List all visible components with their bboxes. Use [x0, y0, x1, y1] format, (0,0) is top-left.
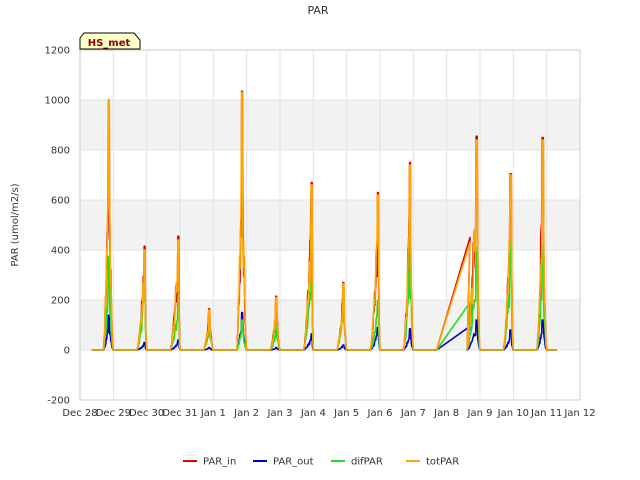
- x-tick-label: Dec 29: [96, 408, 131, 419]
- y-tick-label: 400: [51, 246, 70, 257]
- y-tick-label: 600: [51, 196, 70, 207]
- legend-label: totPAR: [426, 457, 459, 468]
- y-tick-label: 200: [51, 296, 70, 307]
- y-tick-label: 800: [51, 146, 70, 157]
- x-tick-label: Jan 5: [333, 408, 359, 419]
- x-tick-label: Dec 28: [62, 408, 97, 419]
- legend-label: difPAR: [351, 457, 383, 468]
- y-tick-label: 0: [64, 346, 70, 357]
- legend-label: PAR_in: [203, 457, 236, 468]
- band: [80, 200, 580, 250]
- x-tick-label: Jan 11: [530, 408, 562, 419]
- x-tick-label: Jan 2: [233, 408, 259, 419]
- y-tick-label: -200: [47, 396, 70, 407]
- x-tick-label: Jan 4: [300, 408, 326, 419]
- y-tick-label: 1200: [45, 46, 70, 57]
- band: [80, 100, 580, 150]
- x-tick-label: Jan 6: [367, 408, 393, 419]
- y-tick-label: 1000: [45, 96, 70, 107]
- x-axis-ticks: Dec 28Dec 29Dec 30Dec 31 Jan 1 Jan 2 Jan 3 J…: [62, 408, 595, 419]
- par-chart: Dec 28Dec 29Dec 30Dec 31 Jan 1 Jan 2 Jan 3 J…: [10, 4, 596, 468]
- x-tick-label: Jan 10: [497, 408, 529, 419]
- chart-title: PAR: [307, 4, 328, 17]
- x-tick-label: Jan 8: [433, 408, 459, 419]
- x-tick-label: Jan 7: [400, 408, 426, 419]
- background-bands: [80, 100, 580, 350]
- x-tick-label: Jan 9: [467, 408, 493, 419]
- badge-label: HS_met: [88, 38, 131, 49]
- y-axis-ticks: -200 0 200 400 600 800 1000 1200: [45, 46, 70, 407]
- x-tick-label: Dec 30: [129, 408, 164, 419]
- x-tick-label: Jan 3: [267, 408, 293, 419]
- x-tick-label: Dec 31: [162, 408, 197, 419]
- y-axis-label: PAR (umol/m2/s): [10, 183, 21, 266]
- site-badge: HS_met: [79, 32, 141, 50]
- x-tick-label: Jan 1: [200, 408, 226, 419]
- legend: PAR_in PAR_out difPAR totPAR: [183, 457, 459, 468]
- legend-label: PAR_out: [273, 457, 314, 468]
- x-tick-label: Jan 12: [563, 408, 595, 419]
